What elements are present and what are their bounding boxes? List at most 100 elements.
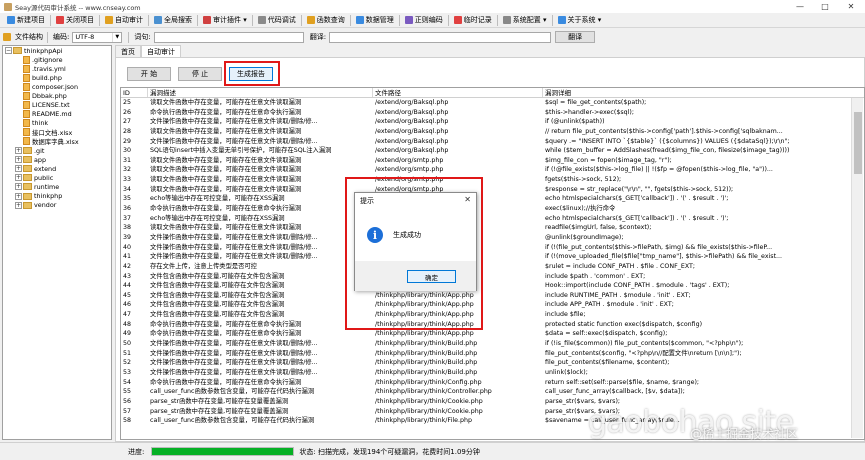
table-row[interactable]: 47 文件包含函数中存在变量,可能存在文件包含漏洞/thinkphp/librar…	[121, 310, 864, 320]
table-scrollbar[interactable]	[851, 98, 863, 438]
generate-report-button[interactable]: 生成报告	[229, 67, 273, 81]
term-input[interactable]	[153, 31, 304, 43]
file-tree[interactable]: − thinkphpApi .gitignore .travis.yml build.p…	[2, 45, 112, 440]
table-row[interactable]: 49 命令执行函数中存在变量，可能存在任意命令执行漏洞/thinkphp/libr…	[121, 329, 864, 339]
table-row[interactable]: 51 文件操作函数中存在变量，可能存在任意文件读取/删除/修... /thinkph…	[121, 349, 864, 359]
menu-item-4[interactable]: 审计插件 ▾	[199, 14, 251, 27]
tree-file[interactable]: .travis.yml	[3, 64, 111, 73]
translate-button[interactable]: 翻译	[555, 31, 596, 43]
file-tree-label[interactable]: 文件结构	[15, 32, 43, 42]
tree-file[interactable]: README.md	[3, 110, 111, 119]
progress-fill	[152, 448, 294, 455]
table-row[interactable]: 41文件操作函数中存在变量，可能存在任意文件读取/删除/修.../public/…	[121, 252, 864, 262]
table-row[interactable]: 45 文件包含函数中存在变量,可能存在文件包含漏洞/thinkphp/librar…	[121, 291, 864, 301]
table-row[interactable]: 42存在文件上传，注意上传类型是否可控/public/...class.php$…	[121, 262, 864, 272]
menu-item-3[interactable]: 全局搜索	[150, 14, 196, 27]
table-row[interactable]: 54 命令执行函数中存在变量，可能存在任意命令执行漏洞/thinkphp/libr…	[121, 378, 864, 388]
tree-folder[interactable]: + thinkphp	[3, 192, 111, 201]
table-row[interactable]: 26 命令执行函数中存在变量，可能存在任意命令执行漏洞/extend/org/Ba…	[121, 108, 864, 118]
collapse-icon[interactable]: −	[5, 47, 12, 55]
minimize-button[interactable]: —	[788, 0, 812, 13]
tree-folder[interactable]: + extend	[3, 164, 111, 173]
menu-item-0[interactable]: 新建项目	[3, 14, 49, 27]
menu-item-2[interactable]: 自动审计	[101, 14, 147, 27]
table-row[interactable]: 39文件操作函数中存在变量，可能存在任意文件读取/删除/修.../public/…	[121, 233, 864, 243]
tree-file[interactable]: 接口文档.xlsx	[3, 128, 111, 137]
menu-item-6[interactable]: 函数查询	[303, 14, 349, 27]
menu-item-1[interactable]: 关闭项目	[52, 14, 98, 27]
scrollbar-thumb[interactable]	[854, 112, 862, 174]
table-row[interactable]: 48 命令执行函数中存在变量，可能存在任意命令执行漏洞/thinkphp/libr…	[121, 320, 864, 330]
menu-separator	[197, 14, 198, 26]
table-row[interactable]: 43文件包含函数中存在变量,可能存在文件包含漏洞/thinkphp/librar…	[121, 272, 864, 282]
term-label: 词句:	[134, 33, 151, 41]
table-row[interactable]: 53 文件操作函数中存在变量，可能存在任意文件读取/删除/修... /thinkph…	[121, 368, 864, 378]
tree-file[interactable]: Dbbak.php	[3, 91, 111, 101]
menu-item-5[interactable]: 代码调试	[254, 14, 300, 27]
tree-file[interactable]: .gitignore	[3, 55, 111, 64]
table-row[interactable]: 46 文件包含函数中存在变量,可能存在文件包含漏洞/thinkphp/librar…	[121, 300, 864, 310]
tree-folder[interactable]: + vendor	[3, 201, 111, 210]
tab-1[interactable]: 自动审计	[141, 45, 181, 57]
table-row[interactable]: 28 读取文件函数中存在变量，可能存在任意文件读取漏洞/extend/org/Ba…	[121, 127, 864, 137]
table-row[interactable]: 38读取文件函数中存在变量，可能存在任意文件读取漏洞/public/...cla…	[121, 223, 864, 233]
table-row[interactable]: 40文件操作函数中存在变量，可能存在任意文件读取/删除/修.../public/…	[121, 243, 864, 253]
table-row[interactable]: 55 call_user_func函数参数包含变量，可能存在代码执行漏洞/thin…	[121, 387, 864, 397]
expand-icon[interactable]: +	[15, 156, 22, 164]
expand-icon[interactable]: +	[15, 201, 22, 209]
cell-file-path: /extend/org/Baksql.php	[375, 127, 449, 135]
maximize-button[interactable]: □	[813, 0, 837, 13]
header-id[interactable]: ID	[121, 88, 148, 97]
result-table[interactable]: ID 漏洞描述 文件路径 漏洞详细 25 读取文件函数中存在变量，可能存在任意文件…	[120, 87, 865, 440]
table-row[interactable]: 36命令执行函数中存在变量，可能存在任意命令执行漏洞/public/...er.…	[121, 204, 864, 214]
menu-item-9[interactable]: 临时记录	[450, 14, 496, 27]
tree-file[interactable]: 数据库字典.xlsx	[3, 137, 111, 146]
translate-input[interactable]	[329, 31, 552, 43]
menu-item-8[interactable]: 正则编码	[401, 14, 447, 27]
menu-item-7[interactable]: 数据管理	[352, 14, 398, 27]
dialog-close-icon[interactable]: ✕	[464, 195, 471, 204]
tree-folder[interactable]: + runtime	[3, 182, 111, 191]
tree-file[interactable]: think	[3, 119, 111, 128]
chevron-down-icon[interactable]: ▼	[112, 32, 121, 42]
table-row[interactable]: 32 读取文件函数中存在变量，可能存在任意文件读取漏洞/extend/org/sm…	[121, 165, 864, 175]
cell-detail: protected static function exec($dispatch…	[545, 320, 703, 328]
table-row[interactable]: 50 文件操作函数中存在变量，可能存在任意文件读取/删除/修... /thinkph…	[121, 339, 864, 349]
close-window-button[interactable]: ✕	[839, 0, 863, 13]
table-row[interactable]: 25 读取文件函数中存在变量，可能存在任意文件读取漏洞/extend/org/Ba…	[121, 98, 864, 108]
expand-icon[interactable]: +	[15, 192, 22, 200]
tree-folder[interactable]: + app	[3, 155, 111, 164]
table-row[interactable]: 37echo等输出中存在可控变量，可能存在XSS漏洞/public/...er.…	[121, 214, 864, 224]
menu-item-11[interactable]: 关于系统 ▾	[554, 14, 606, 27]
header-description[interactable]: 漏洞描述	[148, 88, 373, 97]
tree-file[interactable]: composer.json	[3, 82, 111, 91]
table-row[interactable]: 34 读取文件函数中存在变量，可能存在任意文件读取漏洞/extend/org/sm…	[121, 185, 864, 195]
tab-0[interactable]: 首页	[115, 45, 141, 57]
table-row[interactable]: 35echo等输出中存在可控变量，可能存在XSS漏洞/public/...er …	[121, 194, 864, 204]
menu-item-10[interactable]: 系统配置 ▾	[499, 14, 551, 27]
tree-file[interactable]: LICENSE.txt	[3, 101, 111, 110]
expand-icon[interactable]: +	[15, 183, 22, 191]
ok-button[interactable]: 确定	[407, 270, 456, 283]
expand-icon[interactable]: +	[15, 174, 22, 182]
stop-button[interactable]: 停 止	[178, 67, 222, 81]
header-detail[interactable]: 漏洞详细	[543, 88, 853, 97]
table-row[interactable]: 44文件包含函数中存在变量,可能存在文件包含漏洞/thinkphp/librar…	[121, 281, 864, 291]
encoding-select[interactable]: UTF-8 ▼	[72, 31, 123, 43]
table-row[interactable]: 52 文件操作函数中存在变量，可能存在任意文件读取/删除/修... /thinkph…	[121, 358, 864, 368]
header-file-path[interactable]: 文件路径	[373, 88, 543, 97]
table-row[interactable]: 31 读取文件函数中存在变量，可能存在任意文件读取漏洞/extend/org/sm…	[121, 156, 864, 166]
table-row[interactable]: 27 文件操作函数中存在变量，可能存在任意文件读取/删除/修... /extend/…	[121, 117, 864, 127]
file-icon	[23, 73, 30, 82]
start-button[interactable]: 开 始	[127, 67, 171, 81]
expand-icon[interactable]: +	[15, 147, 22, 155]
tree-folder[interactable]: − thinkphpApi	[3, 46, 111, 55]
tree-file[interactable]: build.php	[3, 73, 111, 82]
cell-description: 读取文件函数中存在变量，可能存在任意文件读取漏洞	[150, 224, 302, 232]
expand-icon[interactable]: +	[15, 165, 22, 173]
table-row[interactable]: 29 文件操作函数中存在变量，可能存在任意文件读取/删除/修... /extend/…	[121, 137, 864, 147]
table-row[interactable]: 33 读取文件函数中存在变量，可能存在任意文件读取漏洞/extend/org/sm…	[121, 175, 864, 185]
tree-folder[interactable]: + public	[3, 173, 111, 182]
table-row[interactable]: 30 SQL语句insert中插入变量无单引号保护，可能存在SQL注入漏洞/ext…	[121, 146, 864, 156]
tree-folder[interactable]: + .git	[3, 146, 111, 155]
